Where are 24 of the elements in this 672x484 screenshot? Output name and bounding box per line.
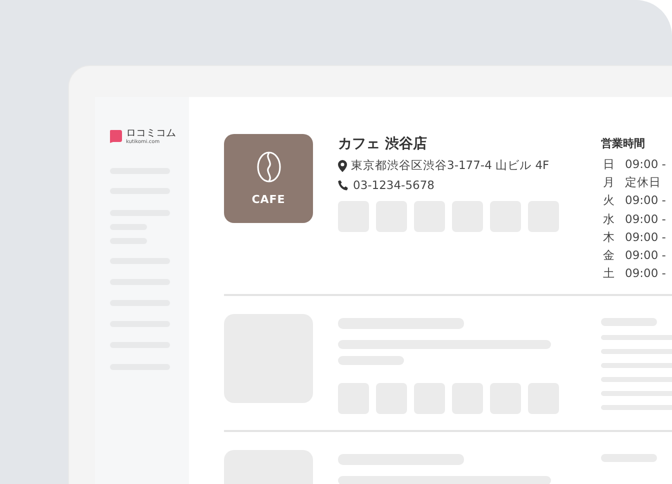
shop-name: カフェ 渋谷店 [338, 135, 428, 153]
opening-time: 09:00 - [625, 228, 666, 246]
opening-time: 09:00 - [625, 192, 666, 210]
shop-address: 東京都渋谷区渋谷3-177-4 山ビル 4F [351, 158, 550, 173]
speech-bubble-icon [110, 130, 122, 143]
location-pin-icon [338, 160, 347, 172]
opening-time: 09:00 - [625, 156, 666, 173]
weekday: 土 [603, 265, 615, 282]
weekday: 火 [603, 192, 615, 210]
shop-phone: 03-1234-5678 [353, 178, 434, 192]
thumbnail-label: CAFE [252, 193, 286, 206]
opening-time: 09:00 - [625, 265, 666, 282]
weekday: 水 [603, 210, 615, 228]
weekday: 金 [603, 247, 615, 264]
logo-name: ロコミコム [126, 128, 176, 139]
weekday: 日 [603, 156, 615, 173]
weekday: 月 [603, 174, 615, 192]
weekday: 木 [603, 228, 615, 246]
hours-title: 営業時間 [601, 136, 646, 151]
opening-time: 定休日 [625, 174, 661, 192]
opening-time: 09:00 - [625, 247, 666, 264]
opening-time: 09:00 - [625, 210, 666, 228]
phone-icon [338, 180, 349, 190]
coffee-bean-icon [256, 151, 282, 183]
